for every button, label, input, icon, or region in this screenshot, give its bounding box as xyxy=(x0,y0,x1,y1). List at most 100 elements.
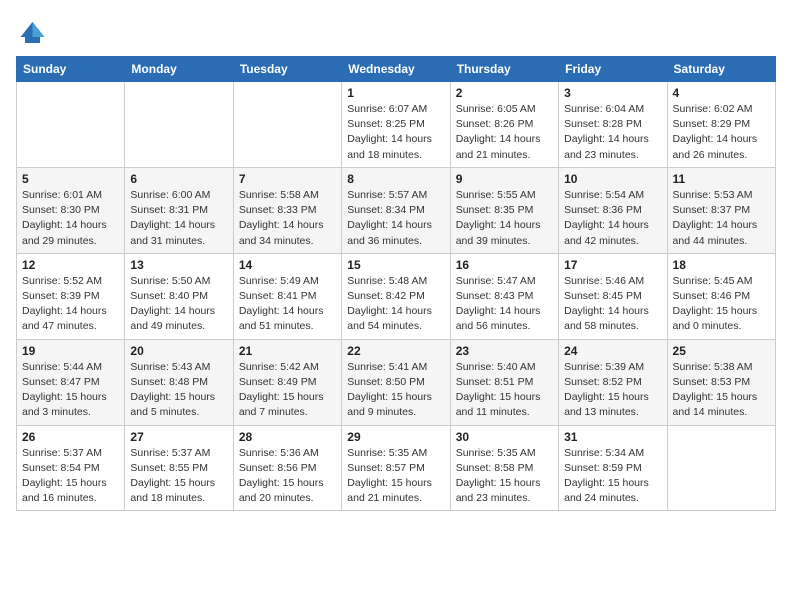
calendar-day-cell: 26 Sunrise: 5:37 AMSunset: 8:54 PMDaylig… xyxy=(17,425,125,511)
day-number: 2 xyxy=(456,86,553,100)
day-info: Sunrise: 5:44 AMSunset: 8:47 PMDaylight:… xyxy=(22,360,119,421)
day-number: 1 xyxy=(347,86,444,100)
calendar-day-cell: 17 Sunrise: 5:46 AMSunset: 8:45 PMDaylig… xyxy=(559,253,667,339)
weekday-header-row: SundayMondayTuesdayWednesdayThursdayFrid… xyxy=(17,57,776,82)
calendar-day-cell: 15 Sunrise: 5:48 AMSunset: 8:42 PMDaylig… xyxy=(342,253,450,339)
day-number: 27 xyxy=(130,430,227,444)
day-info: Sunrise: 5:40 AMSunset: 8:51 PMDaylight:… xyxy=(456,360,553,421)
logo xyxy=(16,16,46,46)
calendar-day-cell: 13 Sunrise: 5:50 AMSunset: 8:40 PMDaylig… xyxy=(125,253,233,339)
day-info: Sunrise: 5:42 AMSunset: 8:49 PMDaylight:… xyxy=(239,360,336,421)
day-number: 7 xyxy=(239,172,336,186)
day-info: Sunrise: 5:47 AMSunset: 8:43 PMDaylight:… xyxy=(456,274,553,335)
calendar-body: 1 Sunrise: 6:07 AMSunset: 8:25 PMDayligh… xyxy=(17,82,776,511)
day-info: Sunrise: 5:45 AMSunset: 8:46 PMDaylight:… xyxy=(673,274,770,335)
day-info: Sunrise: 5:37 AMSunset: 8:55 PMDaylight:… xyxy=(130,446,227,507)
day-info: Sunrise: 5:55 AMSunset: 8:35 PMDaylight:… xyxy=(456,188,553,249)
calendar-day-cell xyxy=(17,82,125,168)
day-info: Sunrise: 5:58 AMSunset: 8:33 PMDaylight:… xyxy=(239,188,336,249)
calendar-day-cell: 25 Sunrise: 5:38 AMSunset: 8:53 PMDaylig… xyxy=(667,339,775,425)
calendar-day-cell: 19 Sunrise: 5:44 AMSunset: 8:47 PMDaylig… xyxy=(17,339,125,425)
calendar-day-cell: 20 Sunrise: 5:43 AMSunset: 8:48 PMDaylig… xyxy=(125,339,233,425)
day-info: Sunrise: 5:54 AMSunset: 8:36 PMDaylight:… xyxy=(564,188,661,249)
day-info: Sunrise: 5:43 AMSunset: 8:48 PMDaylight:… xyxy=(130,360,227,421)
calendar-week-row: 1 Sunrise: 6:07 AMSunset: 8:25 PMDayligh… xyxy=(17,82,776,168)
calendar-day-cell xyxy=(667,425,775,511)
calendar-day-cell xyxy=(233,82,341,168)
day-number: 22 xyxy=(347,344,444,358)
day-number: 5 xyxy=(22,172,119,186)
day-info: Sunrise: 5:52 AMSunset: 8:39 PMDaylight:… xyxy=(22,274,119,335)
weekday-header-cell: Tuesday xyxy=(233,57,341,82)
calendar-day-cell: 30 Sunrise: 5:35 AMSunset: 8:58 PMDaylig… xyxy=(450,425,558,511)
calendar-day-cell: 14 Sunrise: 5:49 AMSunset: 8:41 PMDaylig… xyxy=(233,253,341,339)
calendar-day-cell: 2 Sunrise: 6:05 AMSunset: 8:26 PMDayligh… xyxy=(450,82,558,168)
calendar-table: SundayMondayTuesdayWednesdayThursdayFrid… xyxy=(16,56,776,511)
calendar-day-cell: 12 Sunrise: 5:52 AMSunset: 8:39 PMDaylig… xyxy=(17,253,125,339)
calendar-day-cell: 1 Sunrise: 6:07 AMSunset: 8:25 PMDayligh… xyxy=(342,82,450,168)
day-info: Sunrise: 6:01 AMSunset: 8:30 PMDaylight:… xyxy=(22,188,119,249)
calendar-week-row: 12 Sunrise: 5:52 AMSunset: 8:39 PMDaylig… xyxy=(17,253,776,339)
calendar-day-cell: 6 Sunrise: 6:00 AMSunset: 8:31 PMDayligh… xyxy=(125,167,233,253)
calendar-day-cell: 23 Sunrise: 5:40 AMSunset: 8:51 PMDaylig… xyxy=(450,339,558,425)
calendar-day-cell: 5 Sunrise: 6:01 AMSunset: 8:30 PMDayligh… xyxy=(17,167,125,253)
day-number: 23 xyxy=(456,344,553,358)
day-number: 14 xyxy=(239,258,336,272)
day-info: Sunrise: 5:35 AMSunset: 8:58 PMDaylight:… xyxy=(456,446,553,507)
logo-icon xyxy=(16,16,46,46)
day-number: 18 xyxy=(673,258,770,272)
calendar-day-cell: 24 Sunrise: 5:39 AMSunset: 8:52 PMDaylig… xyxy=(559,339,667,425)
day-number: 19 xyxy=(22,344,119,358)
day-info: Sunrise: 6:05 AMSunset: 8:26 PMDaylight:… xyxy=(456,102,553,163)
day-info: Sunrise: 5:49 AMSunset: 8:41 PMDaylight:… xyxy=(239,274,336,335)
day-number: 6 xyxy=(130,172,227,186)
day-info: Sunrise: 5:53 AMSunset: 8:37 PMDaylight:… xyxy=(673,188,770,249)
day-info: Sunrise: 6:07 AMSunset: 8:25 PMDaylight:… xyxy=(347,102,444,163)
day-number: 10 xyxy=(564,172,661,186)
day-number: 15 xyxy=(347,258,444,272)
day-info: Sunrise: 5:41 AMSunset: 8:50 PMDaylight:… xyxy=(347,360,444,421)
day-info: Sunrise: 5:57 AMSunset: 8:34 PMDaylight:… xyxy=(347,188,444,249)
calendar-week-row: 19 Sunrise: 5:44 AMSunset: 8:47 PMDaylig… xyxy=(17,339,776,425)
day-info: Sunrise: 5:34 AMSunset: 8:59 PMDaylight:… xyxy=(564,446,661,507)
day-number: 12 xyxy=(22,258,119,272)
day-number: 30 xyxy=(456,430,553,444)
calendar-day-cell: 18 Sunrise: 5:45 AMSunset: 8:46 PMDaylig… xyxy=(667,253,775,339)
weekday-header-cell: Saturday xyxy=(667,57,775,82)
calendar-day-cell: 29 Sunrise: 5:35 AMSunset: 8:57 PMDaylig… xyxy=(342,425,450,511)
calendar-day-cell: 4 Sunrise: 6:02 AMSunset: 8:29 PMDayligh… xyxy=(667,82,775,168)
calendar-day-cell: 16 Sunrise: 5:47 AMSunset: 8:43 PMDaylig… xyxy=(450,253,558,339)
day-info: Sunrise: 6:04 AMSunset: 8:28 PMDaylight:… xyxy=(564,102,661,163)
weekday-header-cell: Monday xyxy=(125,57,233,82)
day-number: 13 xyxy=(130,258,227,272)
day-number: 16 xyxy=(456,258,553,272)
day-number: 20 xyxy=(130,344,227,358)
day-number: 9 xyxy=(456,172,553,186)
calendar-day-cell: 28 Sunrise: 5:36 AMSunset: 8:56 PMDaylig… xyxy=(233,425,341,511)
calendar-day-cell: 21 Sunrise: 5:42 AMSunset: 8:49 PMDaylig… xyxy=(233,339,341,425)
day-number: 17 xyxy=(564,258,661,272)
day-info: Sunrise: 5:46 AMSunset: 8:45 PMDaylight:… xyxy=(564,274,661,335)
day-info: Sunrise: 5:48 AMSunset: 8:42 PMDaylight:… xyxy=(347,274,444,335)
day-number: 29 xyxy=(347,430,444,444)
weekday-header-cell: Wednesday xyxy=(342,57,450,82)
calendar-day-cell: 9 Sunrise: 5:55 AMSunset: 8:35 PMDayligh… xyxy=(450,167,558,253)
day-info: Sunrise: 6:00 AMSunset: 8:31 PMDaylight:… xyxy=(130,188,227,249)
day-number: 4 xyxy=(673,86,770,100)
day-number: 11 xyxy=(673,172,770,186)
calendar-day-cell: 31 Sunrise: 5:34 AMSunset: 8:59 PMDaylig… xyxy=(559,425,667,511)
day-number: 26 xyxy=(22,430,119,444)
day-number: 24 xyxy=(564,344,661,358)
calendar-week-row: 5 Sunrise: 6:01 AMSunset: 8:30 PMDayligh… xyxy=(17,167,776,253)
calendar-day-cell: 3 Sunrise: 6:04 AMSunset: 8:28 PMDayligh… xyxy=(559,82,667,168)
page-header xyxy=(16,16,776,46)
weekday-header-cell: Thursday xyxy=(450,57,558,82)
day-info: Sunrise: 5:50 AMSunset: 8:40 PMDaylight:… xyxy=(130,274,227,335)
weekday-header-cell: Sunday xyxy=(17,57,125,82)
calendar-day-cell xyxy=(125,82,233,168)
day-info: Sunrise: 5:36 AMSunset: 8:56 PMDaylight:… xyxy=(239,446,336,507)
weekday-header-cell: Friday xyxy=(559,57,667,82)
day-info: Sunrise: 5:35 AMSunset: 8:57 PMDaylight:… xyxy=(347,446,444,507)
day-number: 28 xyxy=(239,430,336,444)
day-number: 31 xyxy=(564,430,661,444)
